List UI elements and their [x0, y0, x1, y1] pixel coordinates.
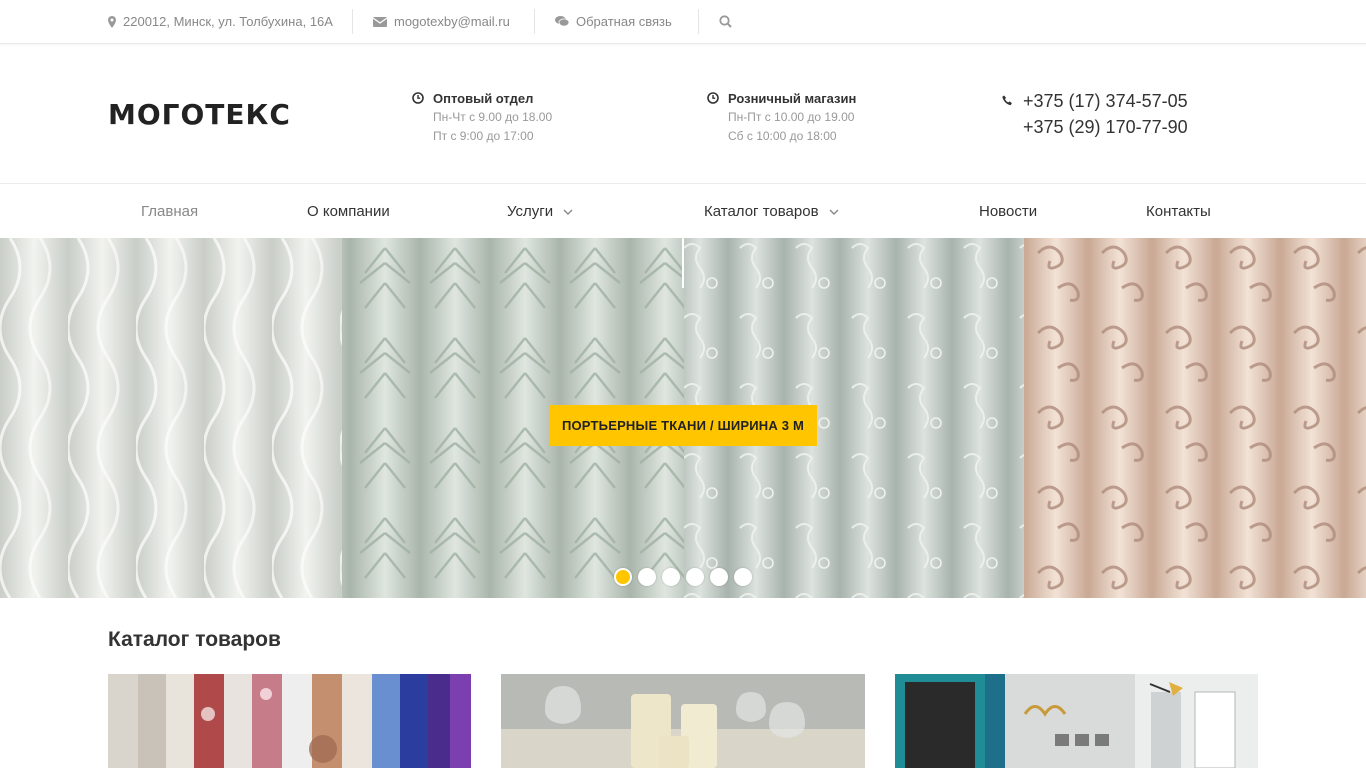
phone-1[interactable]: +375 (17) 374-57-05 [1002, 88, 1188, 114]
email-text: mogotexby@mail.ru [394, 14, 510, 29]
slider-dot[interactable] [614, 568, 632, 586]
nav-item-news[interactable]: Новости [979, 184, 1037, 239]
clock-icon [707, 92, 719, 104]
clock-icon [412, 92, 424, 104]
nav-label: Услуги [507, 203, 554, 220]
slider-dot[interactable] [686, 568, 704, 586]
divider [534, 9, 535, 34]
slider-dot[interactable] [638, 568, 656, 586]
retail-line-2: Сб с 10:00 до 18:00 [728, 129, 837, 143]
catalog-card-interior[interactable] [895, 674, 1258, 768]
nav-item-home[interactable]: Главная [141, 184, 198, 239]
map-marker-icon [108, 15, 116, 28]
nav-item-contacts[interactable]: Контакты [1146, 184, 1211, 239]
slider-pagination [614, 568, 758, 586]
main-nav: Главная О компании Услуги Каталог товаро… [0, 183, 1366, 238]
slider-dot[interactable] [662, 568, 680, 586]
phone-icon [1002, 95, 1012, 106]
catalog-title: Каталог товаров [108, 628, 281, 651]
retail-title-text: Розничный магазин [728, 91, 857, 106]
slide-cta-button[interactable]: ПОРТЬЕРНЫЕ ТКАНИ / ШИРИНА 3 М [549, 405, 817, 446]
catalog-card-table-linen[interactable] [501, 674, 865, 768]
wholesale-hours: Оптовый отдел Пн-Чт с 9.00 до 18.00 Пт с… [412, 89, 552, 146]
nav-item-catalog[interactable]: Каталог товаров [704, 184, 839, 239]
address-text: 220012, Минск, ул. Толбухина, 16А [123, 14, 333, 29]
interior-image [895, 674, 1258, 768]
phone-2-text: +375 (29) 170-77-90 [1023, 117, 1188, 137]
feedback-text: Обратная связь [576, 14, 672, 29]
phone-2[interactable]: +375 (29) 170-77-90 [1002, 114, 1188, 140]
chevron-down-icon [563, 209, 573, 215]
phone-1-text: +375 (17) 374-57-05 [1023, 91, 1188, 111]
divider [698, 9, 699, 34]
wholesale-line-2: Пт с 9:00 до 17:00 [433, 129, 534, 143]
retail-hours: Розничный магазин Пн-Пт с 10.00 до 19.00… [707, 89, 856, 146]
slider-dot[interactable] [734, 568, 752, 586]
nav-label: Главная [141, 203, 199, 220]
wholesale-line-1: Пн-Чт с 9.00 до 18.00 [433, 110, 553, 124]
wholesale-title: Оптовый отдел [412, 89, 552, 108]
nav-item-about[interactable]: О компании [307, 184, 390, 239]
retail-title: Розничный магазин [707, 89, 856, 108]
nav-label: Каталог товаров [704, 203, 819, 220]
feedback-link[interactable]: Обратная связь [555, 0, 672, 43]
catalog-card-fabrics[interactable] [108, 674, 471, 768]
slider-dot[interactable] [710, 568, 728, 586]
site-logo[interactable]: МОГОТЕКС [108, 98, 291, 131]
address-info: 220012, Минск, ул. Толбухина, 16А [108, 0, 333, 43]
nav-label: Новости [979, 203, 1038, 220]
search-icon [719, 15, 732, 28]
phone-numbers: +375 (17) 374-57-05 +375 (29) 170-77-90 [1002, 88, 1188, 140]
top-bar: 220012, Минск, ул. Толбухина, 16А mogote… [0, 0, 1366, 44]
retail-line-1: Пн-Пт с 10.00 до 19.00 [728, 110, 855, 124]
nav-item-services[interactable]: Услуги [507, 184, 573, 239]
envelope-icon [373, 16, 387, 27]
chevron-down-icon [829, 209, 839, 215]
wholesale-title-text: Оптовый отдел [433, 91, 534, 106]
email-link[interactable]: mogotexby@mail.ru [373, 0, 510, 43]
nav-label: О компании [307, 203, 390, 220]
search-button[interactable] [719, 0, 739, 43]
fabric-rolls-image [108, 674, 471, 768]
divider [352, 9, 353, 34]
table-setting-image [501, 674, 865, 768]
nav-label: Контакты [1146, 203, 1211, 220]
comments-icon [555, 16, 569, 27]
